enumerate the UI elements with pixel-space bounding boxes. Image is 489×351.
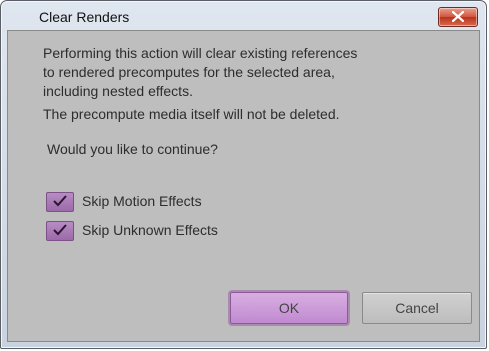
- dialog-body: Performing this action will clear existi…: [7, 30, 480, 342]
- checkbox-label: Skip Motion Effects: [82, 193, 202, 209]
- checkbox-label: Skip Unknown Effects: [82, 222, 218, 238]
- title-bar[interactable]: Clear Renders: [1, 1, 486, 31]
- checkbox-box[interactable]: [46, 192, 74, 212]
- cancel-button[interactable]: Cancel: [362, 292, 472, 324]
- close-button[interactable]: [438, 7, 478, 27]
- ok-button[interactable]: OK: [230, 292, 348, 324]
- checkmark-icon: [53, 195, 67, 207]
- message-line-1: Performing this action will clear existi…: [43, 45, 358, 61]
- message-line-4: The precompute media itself will not be …: [43, 106, 340, 122]
- dialog-title: Clear Renders: [39, 9, 130, 25]
- checkbox-box[interactable]: [46, 221, 74, 241]
- close-icon: [452, 11, 464, 22]
- continue-question: Would you like to continue?: [47, 141, 218, 157]
- clear-renders-dialog: Clear Renders Performing this action wil…: [0, 0, 487, 349]
- message-line-3: including nested effects.: [43, 83, 193, 99]
- message-line-2: to rendered precomputes for the selected…: [43, 64, 335, 80]
- checkmark-icon: [53, 224, 67, 236]
